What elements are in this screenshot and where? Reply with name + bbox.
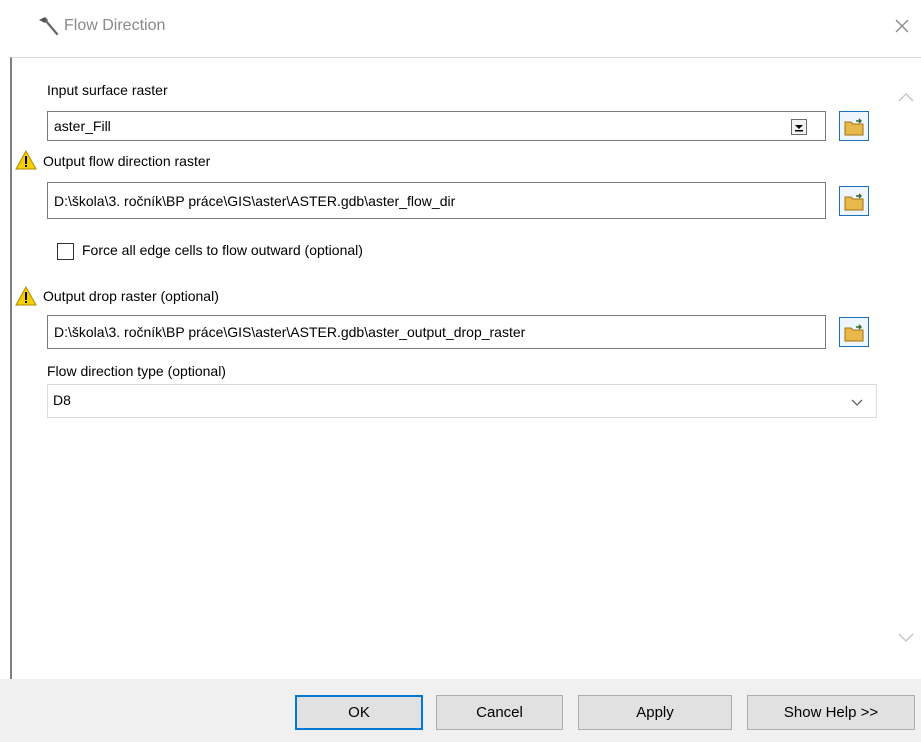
apply-button[interactable]: Apply [578, 695, 732, 730]
browse-folder-icon[interactable] [839, 186, 869, 216]
flow-type-value: D8 [53, 392, 71, 408]
warning-icon [15, 285, 37, 306]
browse-folder-icon[interactable] [839, 111, 869, 141]
output-flow-label: Output flow direction raster [43, 153, 211, 169]
warning-icon [15, 149, 37, 170]
browse-folder-icon[interactable] [839, 317, 869, 347]
flow-type-label: Flow direction type (optional) [47, 363, 226, 379]
cancel-button[interactable]: Cancel [436, 695, 563, 730]
input-surface-label: Input surface raster [47, 82, 168, 98]
chevron-down-icon [850, 395, 864, 411]
scroll-up-icon[interactable] [893, 86, 919, 108]
show-help-button[interactable]: Show Help >> [747, 695, 915, 730]
ok-button[interactable]: OK [295, 695, 423, 730]
input-surface-combo[interactable]: aster_Fill [47, 111, 826, 141]
flow-type-select[interactable]: D8 [47, 384, 877, 418]
force-edge-checkbox[interactable] [57, 243, 74, 260]
force-edge-label: Force all edge cells to flow outward (op… [82, 242, 363, 258]
title-bar: Flow Direction [0, 0, 921, 56]
chevron-down-icon[interactable] [791, 119, 807, 135]
input-surface-value: aster_Fill [54, 118, 111, 134]
output-flow-value: D:\škola\3. ročník\BP práce\GIS\aster\AS… [54, 192, 456, 209]
window-title: Flow Direction [64, 17, 166, 34]
hammer-icon [36, 14, 60, 38]
output-drop-input[interactable]: D:\škola\3. ročník\BP práce\GIS\aster\AS… [47, 315, 826, 349]
close-icon[interactable] [890, 14, 914, 38]
scroll-down-icon[interactable] [893, 627, 919, 649]
output-flow-input[interactable]: D:\škola\3. ročník\BP práce\GIS\aster\AS… [47, 182, 826, 219]
output-drop-value: D:\škola\3. ročník\BP práce\GIS\aster\AS… [54, 324, 526, 340]
output-drop-label: Output drop raster (optional) [43, 288, 219, 304]
